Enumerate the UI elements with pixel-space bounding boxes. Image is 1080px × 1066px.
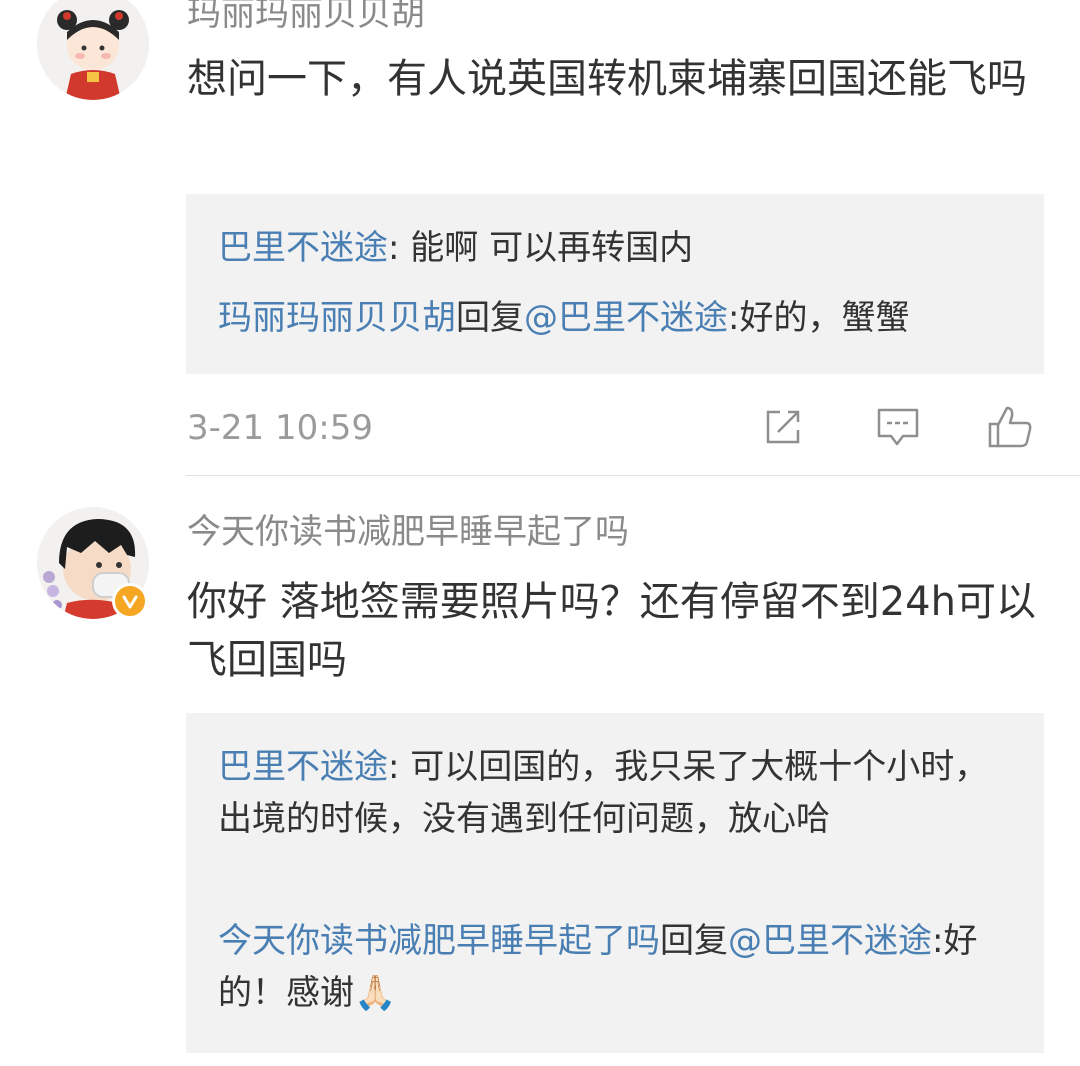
- comment-timestamp: 3-21 10:59: [187, 408, 373, 448]
- comment-text: 你好 落地签需要照片吗？还有停留不到24h可以飞回国吗: [187, 579, 1036, 683]
- share-icon[interactable]: [760, 404, 806, 450]
- reply-word: 回复: [456, 298, 524, 338]
- reply-text: 好的，蟹蟹: [739, 298, 910, 338]
- comment-text: 想问一下，有人说英国转机柬埔寨回国还能飞吗: [187, 56, 1027, 102]
- reply-author[interactable]: 玛丽玛丽贝贝胡: [218, 298, 456, 338]
- avatar[interactable]: [37, 0, 149, 100]
- reply-mention[interactable]: @巴里不迷途: [728, 921, 932, 961]
- reply-item: 巴里不迷途: 可以回国的，我只呆了大概十个小时，出境的时候，没有遇到任何问题，放…: [218, 741, 1008, 845]
- verified-badge-icon: [112, 583, 148, 619]
- comment-icon[interactable]: [875, 404, 921, 450]
- comment-username[interactable]: 玛丽玛丽贝贝胡: [187, 0, 425, 34]
- reply-item: 今天你读书减肥早睡早起了吗回复@巴里不迷途:好的！感谢🙏🏻: [218, 915, 1008, 1019]
- comment-username[interactable]: 今天你读书减肥早睡早起了吗: [187, 512, 629, 552]
- reply-box[interactable]: 巴里不迷途: 可以回国的，我只呆了大概十个小时，出境的时候，没有遇到任何问题，放…: [186, 713, 1044, 1053]
- reply-item: 玛丽玛丽贝贝胡回复@巴里不迷途:好的，蟹蟹: [218, 292, 1008, 344]
- reply-box[interactable]: 巴里不迷途: 能啊 可以再转国内 玛丽玛丽贝贝胡回复@巴里不迷途:好的，蟹蟹: [186, 194, 1044, 374]
- girl-avatar-icon: [37, 0, 149, 100]
- reply-word: 回复: [660, 921, 728, 961]
- comment-meta-row: 3-21 10:59: [187, 404, 1047, 454]
- reply-author[interactable]: 巴里不迷途: [218, 747, 388, 787]
- reply-item: 巴里不迷途: 能啊 可以再转国内: [218, 222, 1008, 274]
- reply-author[interactable]: 巴里不迷途: [218, 228, 388, 268]
- comment-divider: [186, 475, 1080, 476]
- reply-separator: :: [932, 921, 944, 961]
- reply-author[interactable]: 今天你读书减肥早睡早起了吗: [218, 921, 660, 961]
- reply-separator: :: [388, 228, 411, 268]
- reply-mention[interactable]: @巴里不迷途: [524, 298, 728, 338]
- reply-separator: :: [728, 298, 740, 338]
- thumbs-up-icon[interactable]: [987, 404, 1033, 450]
- reply-text: 能啊 可以再转国内: [410, 228, 694, 268]
- reply-separator: :: [388, 747, 411, 787]
